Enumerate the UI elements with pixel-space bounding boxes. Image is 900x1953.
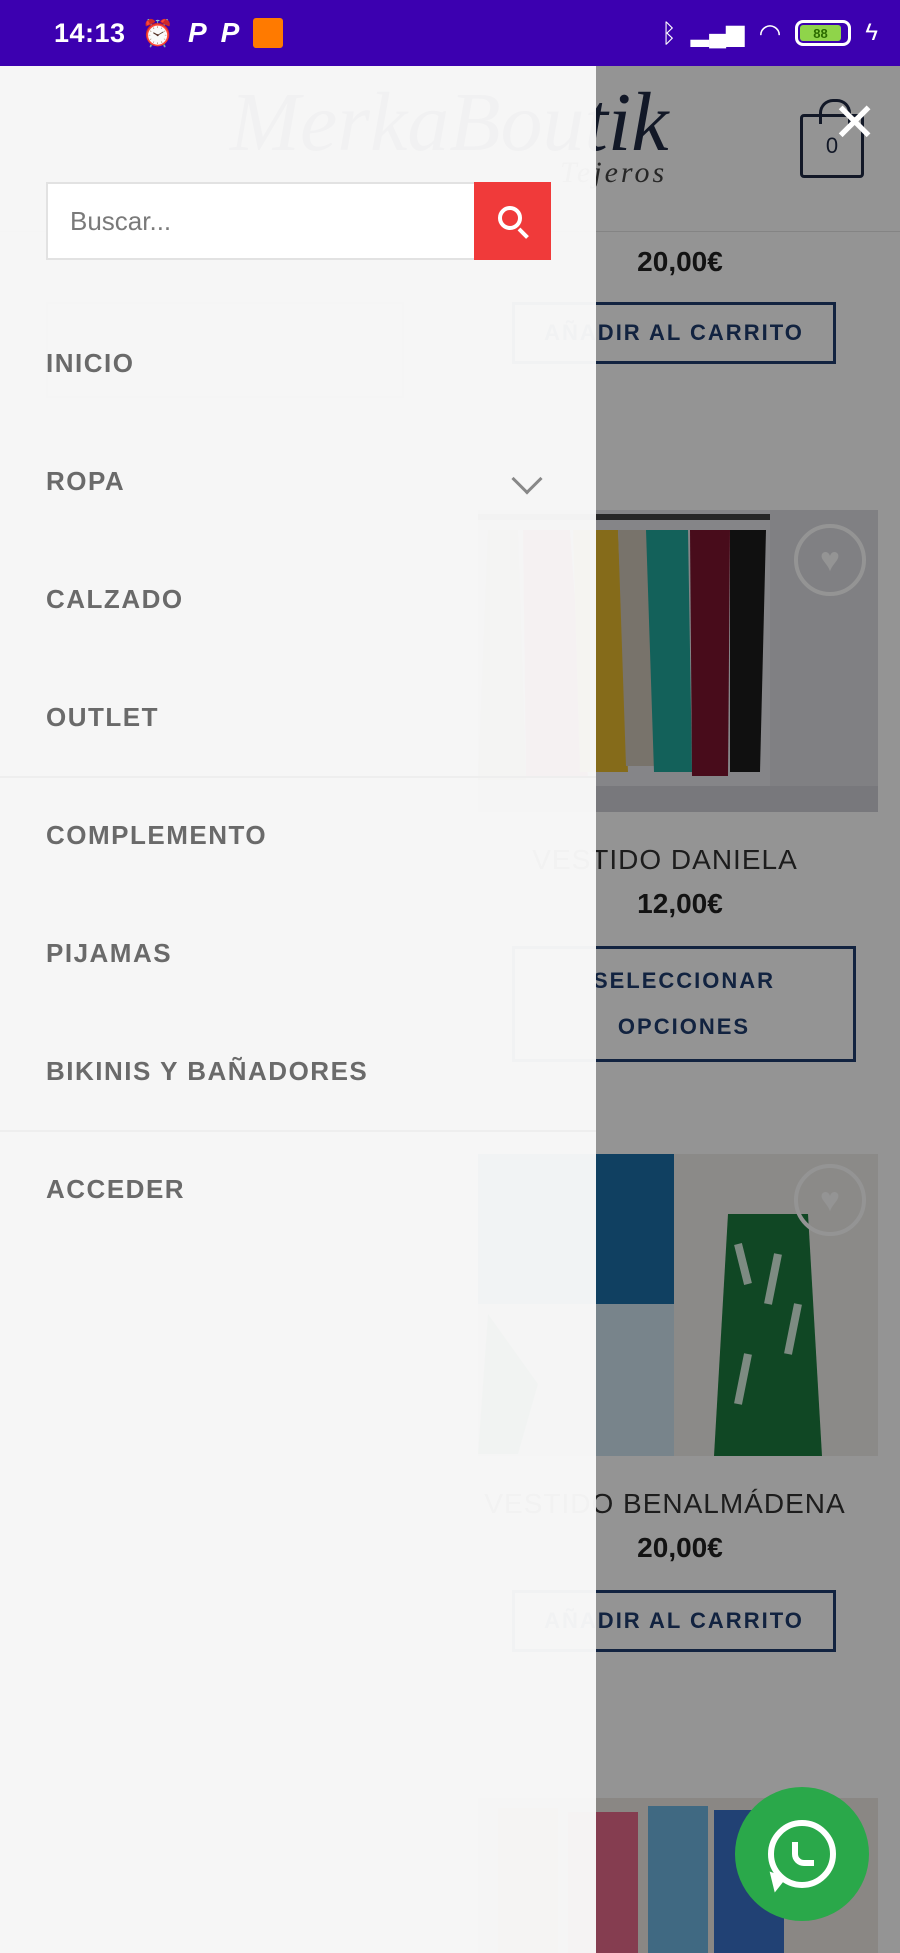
menu-item-acceder[interactable]: ACCEDER xyxy=(0,1130,596,1248)
menu-item-calzado[interactable]: CALZADO xyxy=(0,540,596,658)
menu-item-label: INICIO xyxy=(46,347,135,378)
alarm-icon: ⏰ xyxy=(141,17,174,48)
menu-item-complemento[interactable]: COMPLEMENTO xyxy=(0,776,596,894)
status-bar: 14:13 ⏰ P P ᛒ ▂▄▆ ◠ 88 ϟ xyxy=(0,0,900,66)
parking-icon-2: P xyxy=(220,17,240,48)
search-input[interactable] xyxy=(46,182,474,260)
menu-item-inicio[interactable]: INICIO xyxy=(0,304,596,422)
menu-item-ropa[interactable]: ROPA xyxy=(0,422,596,540)
whatsapp-icon xyxy=(768,1820,836,1888)
close-icon[interactable]: ✕ xyxy=(832,96,877,150)
notification-icons: ⏰ P P xyxy=(142,17,284,49)
menu-item-label: CALZADO xyxy=(46,583,184,614)
menu-item-pijamas[interactable]: PIJAMAS xyxy=(0,894,596,1012)
charging-icon: ϟ xyxy=(865,19,878,46)
search-form xyxy=(46,182,551,260)
menu-item-outlet[interactable]: OUTLET xyxy=(0,658,596,776)
search-button[interactable] xyxy=(474,182,551,260)
battery-icon: 88 xyxy=(795,20,852,46)
menu-item-label: COMPLEMENTO xyxy=(46,819,268,850)
parking-icon: P xyxy=(187,17,207,48)
whatsapp-button[interactable] xyxy=(735,1787,869,1921)
menu-item-label: BIKINIS Y BAÑADORES xyxy=(46,1055,369,1086)
side-menu-drawer: INICIO ROPA CALZADO OUTLET COMPLEMENTO P… xyxy=(0,66,596,1953)
menu-item-label: OUTLET xyxy=(46,701,159,732)
menu-item-label: ROPA xyxy=(46,465,126,496)
menu-item-label: ACCEDER xyxy=(46,1173,186,1204)
search-icon xyxy=(496,204,530,239)
system-icons: ᛒ ▂▄▆ ◠ 88 ϟ xyxy=(661,18,878,49)
status-time: 14:13 xyxy=(54,17,126,48)
signal-icon: ▂▄▆ xyxy=(690,19,745,47)
bluetooth-icon: ᛒ xyxy=(661,17,677,48)
menu-item-label: PIJAMAS xyxy=(46,937,173,968)
wifi-icon: ◠ xyxy=(758,17,782,48)
menu-item-bikinis[interactable]: BIKINIS Y BAÑADORES xyxy=(0,1012,596,1130)
chevron-down-icon[interactable] xyxy=(511,463,543,495)
phone-icon xyxy=(792,1842,814,1866)
battery-level: 88 xyxy=(800,25,841,41)
app-notification-icon xyxy=(253,18,284,48)
